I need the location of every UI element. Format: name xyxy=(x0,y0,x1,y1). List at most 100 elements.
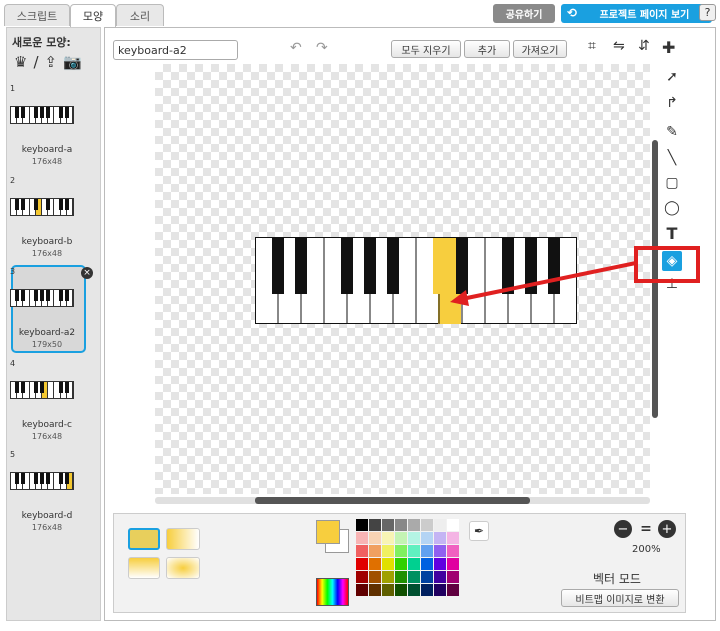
costume-name: keyboard-b xyxy=(21,237,73,247)
costume-item[interactable]: 2 keyboard-b 176x48 xyxy=(8,176,86,260)
line-tool-icon[interactable]: ╲ xyxy=(662,148,682,168)
set-center-icon[interactable]: ✚ xyxy=(662,38,682,58)
reshape-tool-icon[interactable]: ↱ xyxy=(662,93,682,113)
palette-swatch[interactable] xyxy=(382,545,394,557)
color-spectrum-picker[interactable] xyxy=(316,578,349,606)
palette-swatch[interactable] xyxy=(434,584,446,596)
clear-button[interactable]: 모두 지우기 xyxy=(391,40,461,58)
costume-name: keyboard-d xyxy=(21,511,73,521)
text-tool-icon[interactable]: T xyxy=(662,223,682,243)
palette-swatch[interactable] xyxy=(369,532,381,544)
paint-new-costume-icon[interactable]: ♛ xyxy=(14,53,27,71)
palette-swatch[interactable] xyxy=(382,558,394,570)
palette-swatch[interactable] xyxy=(408,571,420,583)
palette-swatch[interactable] xyxy=(408,558,420,570)
primary-color[interactable] xyxy=(316,520,340,544)
add-button[interactable]: 추가 xyxy=(464,40,510,58)
palette-swatch[interactable] xyxy=(369,558,381,570)
help-icon[interactable]: ? xyxy=(699,4,716,21)
horizontal-scrollbar[interactable] xyxy=(255,497,530,504)
upload-costume-icon[interactable]: ⇪ xyxy=(45,53,58,71)
costume-item-content: 3 keyboard-a2 179x50 xyxy=(8,267,86,351)
palette-swatch[interactable] xyxy=(434,571,446,583)
palette-swatch[interactable] xyxy=(434,519,446,531)
palette-swatch[interactable] xyxy=(382,571,394,583)
camera-icon[interactable]: 📷 xyxy=(63,53,82,71)
palette-swatch[interactable] xyxy=(421,545,433,557)
zoom-in-icon[interactable]: + xyxy=(658,520,676,538)
palette-swatch[interactable] xyxy=(369,571,381,583)
redo-icon[interactable]: ↷ xyxy=(316,40,336,58)
palette-swatch[interactable] xyxy=(382,519,394,531)
palette-swatch[interactable] xyxy=(356,519,368,531)
convert-to-bitmap-button[interactable]: 비트맵 이미지로 변환 xyxy=(561,589,679,607)
palette-swatch[interactable] xyxy=(356,532,368,544)
palette-swatch[interactable] xyxy=(395,532,407,544)
undo-icon[interactable]: ↶ xyxy=(290,40,310,58)
import-button[interactable]: 가져오기 xyxy=(513,40,567,58)
palette-swatch[interactable] xyxy=(447,519,459,531)
tab-scripts[interactable]: 스크립트 xyxy=(4,4,70,26)
palette-swatch[interactable] xyxy=(395,519,407,531)
palette-swatch[interactable] xyxy=(434,558,446,570)
flip-horizontal-icon[interactable]: ⇋ xyxy=(613,38,633,58)
zoom-out-icon[interactable]: − xyxy=(614,520,632,538)
palette-swatch[interactable] xyxy=(395,571,407,583)
palette-swatch[interactable] xyxy=(434,532,446,544)
palette-swatch[interactable] xyxy=(356,571,368,583)
fill-gradient-radial-option[interactable] xyxy=(166,557,200,579)
costume-item[interactable]: 1 keyboard-a 176x48 xyxy=(8,84,86,168)
palette-swatch[interactable] xyxy=(369,584,381,596)
paint-brush-icon[interactable]: / xyxy=(33,53,38,71)
fill-solid-option[interactable] xyxy=(128,528,160,550)
palette-swatch[interactable] xyxy=(447,532,459,544)
tab-costumes[interactable]: 모양 xyxy=(70,4,116,27)
palette-swatch[interactable] xyxy=(395,558,407,570)
palette-swatch[interactable] xyxy=(447,558,459,570)
flip-vertical-icon[interactable]: ⇵ xyxy=(638,38,658,58)
palette-swatch[interactable] xyxy=(382,584,394,596)
fill-gradient-vertical-option[interactable] xyxy=(128,557,160,579)
rectangle-tool-icon[interactable]: ▢ xyxy=(662,173,682,193)
color-palette[interactable] xyxy=(356,519,466,609)
crop-icon[interactable]: ⌗ xyxy=(588,38,608,58)
palette-swatch[interactable] xyxy=(408,519,420,531)
pencil-tool-icon[interactable]: ✎ xyxy=(662,122,682,142)
ellipse-tool-icon[interactable]: ◯ xyxy=(662,198,682,218)
palette-swatch[interactable] xyxy=(356,545,368,557)
select-tool-icon[interactable]: ➚ xyxy=(662,67,682,87)
palette-swatch[interactable] xyxy=(447,571,459,583)
eyedropper-icon[interactable]: ✒ xyxy=(469,521,489,541)
palette-swatch[interactable] xyxy=(369,545,381,557)
palette-swatch[interactable] xyxy=(369,519,381,531)
highlight-box xyxy=(634,246,700,283)
palette-swatch[interactable] xyxy=(434,545,446,557)
see-project-page-button[interactable]: ⟲ 프로젝트 페이지 보기 xyxy=(561,4,712,23)
palette-swatch[interactable] xyxy=(421,571,433,583)
palette-swatch[interactable] xyxy=(395,545,407,557)
palette-swatch[interactable] xyxy=(382,532,394,544)
costume-size: 176x48 xyxy=(31,157,63,166)
palette-swatch[interactable] xyxy=(356,558,368,570)
palette-swatch[interactable] xyxy=(447,584,459,596)
palette-swatch[interactable] xyxy=(421,558,433,570)
costume-name-input[interactable] xyxy=(113,40,238,60)
costume-size: 176x48 xyxy=(31,249,63,258)
palette-swatch[interactable] xyxy=(421,519,433,531)
costume-thumbnail xyxy=(10,198,74,216)
palette-swatch[interactable] xyxy=(408,584,420,596)
palette-swatch[interactable] xyxy=(421,584,433,596)
palette-swatch[interactable] xyxy=(408,545,420,557)
fill-gradient-horizontal-option[interactable] xyxy=(166,528,200,550)
palette-swatch[interactable] xyxy=(395,584,407,596)
tab-sounds[interactable]: 소리 xyxy=(116,4,164,26)
palette-swatch[interactable] xyxy=(356,584,368,596)
zoom-reset-icon[interactable]: = xyxy=(638,520,654,538)
palette-swatch[interactable] xyxy=(421,532,433,544)
costume-size: 176x48 xyxy=(31,432,63,441)
palette-swatch[interactable] xyxy=(408,532,420,544)
costume-item[interactable]: 4 keyboard-c 176x48 xyxy=(8,359,86,443)
palette-swatch[interactable] xyxy=(447,545,459,557)
costume-item[interactable]: 5 keyboard-d 176x48 xyxy=(8,450,86,534)
share-button[interactable]: 공유하기 xyxy=(493,4,555,23)
